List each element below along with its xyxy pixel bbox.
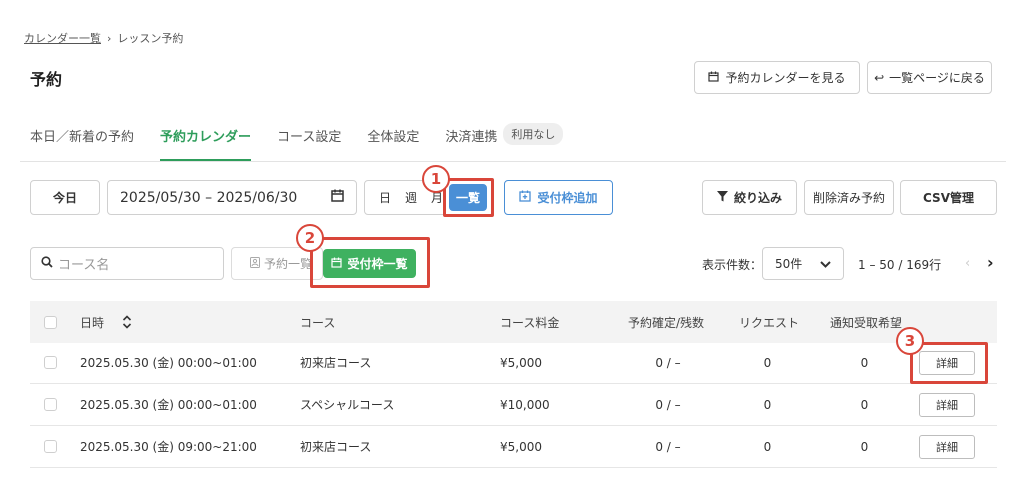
row-notify: 0 (860, 397, 869, 412)
sort-icon[interactable] (122, 301, 132, 343)
tab-payment[interactable]: 決済連携 利用なし (445, 123, 564, 162)
search-icon (41, 255, 53, 272)
add-slot-button[interactable]: 受付枠追加 (504, 180, 613, 215)
calendar-icon (331, 189, 344, 206)
course-search-placeholder: コース名 (58, 258, 110, 273)
table-row: 2025.05.30 (金) 00:00~01:00 スペシャルコース ¥10,… (30, 384, 997, 426)
per-page-select[interactable]: 50件 (762, 247, 844, 280)
csv-management-button[interactable]: CSV管理 (900, 180, 997, 215)
tab-payment-label: 決済連携 (445, 130, 498, 145)
return-arrow-icon: ↩ (874, 70, 885, 85)
pagination-range: 1 – 50 / 169行 (858, 258, 942, 272)
annotation-box-2 (310, 237, 430, 288)
row-notify: 0 (860, 355, 869, 370)
view-week-button[interactable]: 週 (405, 189, 431, 206)
row-checkbox[interactable] (44, 356, 57, 369)
view-calendar-button[interactable]: 予約カレンダーを見る (694, 61, 860, 94)
page-title: 予約 (30, 70, 63, 89)
table-row: 2025.05.30 (金) 09:00~21:00 初来店コース ¥5,000… (30, 426, 997, 468)
back-to-list-button[interactable]: ↩ 一覧ページに戻る (867, 61, 992, 94)
tab-general-settings[interactable]: 全体設定 (367, 126, 419, 162)
detail-button[interactable]: 詳細 (919, 393, 975, 417)
row-confirmed: 0 / – (655, 397, 681, 412)
header-notify: 通知受取希望 (830, 315, 903, 330)
row-price: ¥5,000 (500, 355, 542, 370)
row-datetime: 2025.05.30 (金) 00:00~01:00 (80, 398, 257, 412)
per-page-label: 表示件数： (702, 258, 763, 272)
filter-button[interactable]: 絞り込み (702, 180, 797, 215)
breadcrumb: カレンダー一覧 › レッスン予約 (24, 30, 183, 46)
tab-divider (20, 161, 1006, 162)
detail-button[interactable]: 詳細 (919, 435, 975, 459)
back-to-list-label: 一覧ページに戻る (889, 71, 985, 85)
row-request: 0 (763, 355, 772, 370)
calendar-icon (708, 71, 720, 85)
payment-status-badge: 利用なし (503, 123, 564, 145)
table-row: 2025.05.30 (金) 00:00~01:00 初来店コース ¥5,000… (30, 342, 997, 384)
tab-reservation-calendar[interactable]: 予約カレンダー (160, 126, 252, 162)
calendar-plus-icon (519, 190, 532, 205)
tab-bar: 本日／新着の予約 予約カレンダー コース設定 全体設定 決済連携 利用なし (30, 123, 564, 162)
row-notify: 0 (860, 439, 869, 454)
annotation-box-1 (443, 178, 494, 217)
row-checkbox[interactable] (44, 398, 57, 411)
annotation-number-1: 1 (422, 165, 450, 193)
tab-course-settings[interactable]: コース設定 (277, 126, 341, 162)
row-price: ¥5,000 (500, 439, 542, 454)
header-course: コース (300, 315, 336, 330)
header-confirmed-remaining: 予約確定/残数 (628, 315, 705, 330)
row-course: スペシャルコース (300, 398, 395, 412)
row-request: 0 (763, 439, 772, 454)
filter-icon (716, 190, 728, 205)
deleted-reservations-button[interactable]: 削除済み予約 (804, 180, 894, 215)
row-request: 0 (763, 397, 772, 412)
row-datetime: 2025.05.30 (金) 09:00~21:00 (80, 440, 257, 454)
today-button[interactable]: 今日 (30, 180, 100, 215)
row-confirmed: 0 / – (655, 355, 681, 370)
reservation-list-label: 予約一覧 (264, 257, 313, 271)
date-range-value: 2025/05/30 – 2025/06/30 (120, 189, 298, 206)
person-icon (250, 256, 260, 271)
chevron-down-icon (820, 257, 831, 271)
add-slot-label: 受付枠追加 (537, 191, 598, 205)
breadcrumb-current: レッスン予約 (117, 32, 184, 45)
select-all-checkbox[interactable] (44, 316, 57, 329)
per-page-value: 50件 (775, 257, 803, 271)
row-checkbox[interactable] (44, 440, 57, 453)
row-course: 初来店コース (300, 356, 372, 370)
view-calendar-label: 予約カレンダーを見る (725, 71, 846, 85)
table-header: 日時 コース コース料金 予約確定/残数 リクエスト 通知受取希望 (30, 301, 997, 343)
course-search-input[interactable]: コース名 (30, 247, 224, 280)
header-request: リクエスト (739, 315, 800, 330)
prev-page-icon[interactable]: ‹ (965, 256, 970, 271)
row-price: ¥10,000 (500, 397, 550, 412)
row-datetime: 2025.05.30 (金) 00:00~01:00 (80, 356, 257, 370)
view-day-button[interactable]: 日 (379, 189, 405, 206)
row-confirmed: 0 / – (655, 439, 681, 454)
date-range-picker[interactable]: 2025/05/30 – 2025/06/30 (107, 180, 357, 215)
next-page-icon[interactable]: › (987, 253, 994, 272)
breadcrumb-link-calendar-list[interactable]: カレンダー一覧 (24, 30, 101, 46)
filter-label: 絞り込み (733, 191, 782, 205)
header-price: コース料金 (500, 315, 560, 330)
annotation-number-3: 3 (896, 327, 924, 355)
annotation-number-2: 2 (296, 224, 324, 252)
header-datetime: 日時 (80, 315, 105, 330)
chevron-right-icon: › (107, 31, 112, 45)
row-course: 初来店コース (300, 440, 372, 454)
tab-today-new[interactable]: 本日／新着の予約 (30, 126, 134, 162)
